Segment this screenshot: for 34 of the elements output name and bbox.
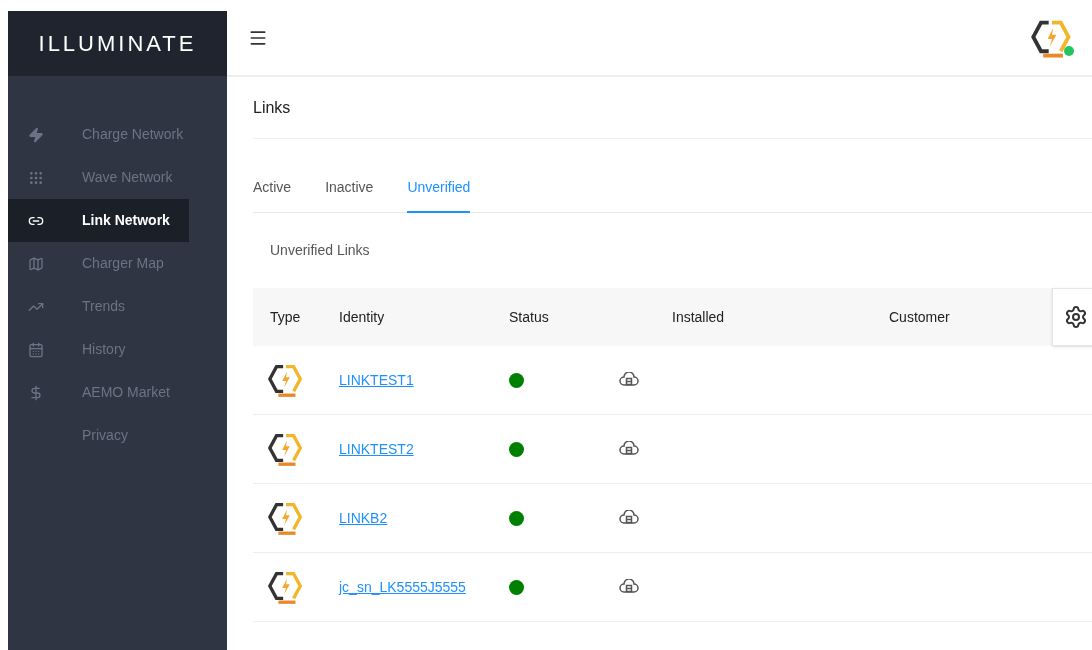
identity-link[interactable]: LINKTEST1 [339, 369, 509, 391]
table-title: Unverified Links [270, 241, 370, 260]
identity-link[interactable]: LINKTEST2 [339, 438, 509, 460]
cloud-icon [619, 510, 639, 526]
cloud-icon [619, 441, 639, 457]
column-header: Identity [339, 307, 386, 327]
sidebar-item[interactable]: Privacy [8, 414, 189, 457]
settings-button[interactable] [1052, 288, 1092, 346]
sidebar-item[interactable]: Trends [8, 285, 189, 328]
identity-link[interactable]: jc_sn_LK5555J5555 [339, 576, 509, 598]
brand-title: ILLUMINATE [38, 30, 197, 58]
map-icon [28, 255, 44, 272]
sidebar-item[interactable]: Wave Network [8, 156, 189, 199]
column-header: Type [269, 307, 302, 327]
dollar-icon [28, 384, 44, 401]
column-header: Installed [672, 307, 726, 327]
sidebar-item[interactable]: AEMO Market [8, 371, 189, 414]
tab[interactable]: Inactive [325, 173, 374, 213]
settings-icon [1064, 305, 1088, 329]
tab[interactable]: Unverified [407, 173, 471, 213]
sidebar-item[interactable]: Link Network [8, 199, 189, 242]
column-header: Customer [889, 307, 951, 327]
dots-grid-icon [28, 169, 44, 186]
calendar-icon [28, 341, 44, 358]
cloud-icon [619, 579, 639, 595]
sidebar-item[interactable]: Charger Map [8, 242, 189, 285]
page-title: Links [253, 97, 291, 118]
bolt-icon [28, 126, 44, 143]
sidebar-item[interactable]: History [8, 328, 189, 371]
identity-link[interactable]: LINKB2 [339, 507, 509, 529]
cloud-icon [619, 372, 639, 388]
column-header: Status [509, 307, 550, 327]
sidebar-item[interactable]: Charge Network [8, 113, 189, 156]
tab[interactable]: Active [253, 173, 292, 213]
